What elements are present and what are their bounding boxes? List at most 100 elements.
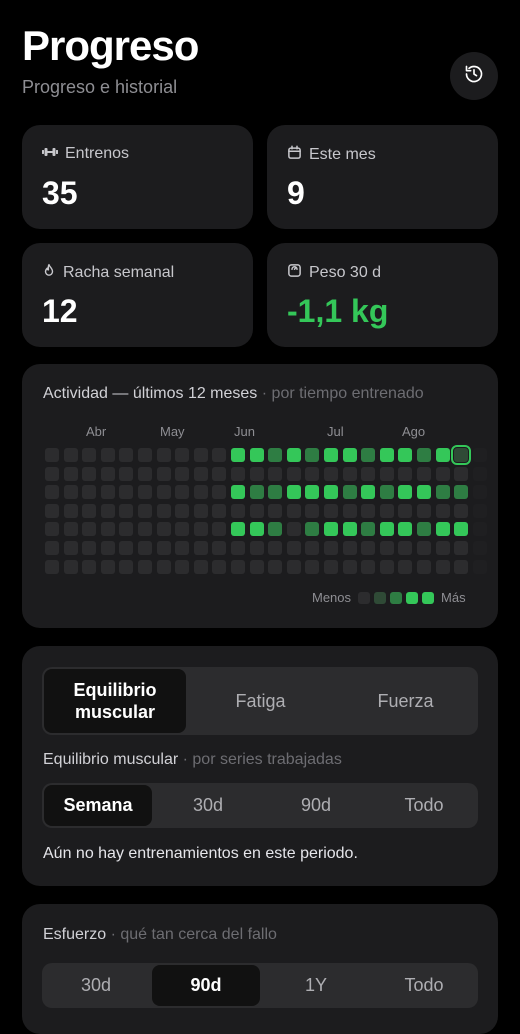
heatmap-cell — [454, 559, 469, 574]
heatmap-cell — [379, 522, 394, 537]
heatmap-cell — [435, 541, 450, 555]
analysis-tabs: Equilibrio muscular Fatiga Fuerza — [42, 667, 478, 735]
heatmap-cell — [342, 503, 357, 518]
heatmap-cell — [156, 522, 171, 537]
heatmap-cell — [249, 466, 264, 481]
heatmap-cell — [100, 522, 115, 537]
month-label: May — [160, 424, 185, 439]
heatmap-cell — [119, 503, 134, 518]
heatmap-cell — [342, 485, 357, 500]
legend-less-label: Menos — [312, 590, 352, 605]
heatmap-cell — [156, 503, 171, 518]
heatmap-cell — [305, 448, 320, 462]
heatmap-cell — [435, 485, 450, 500]
effort-title-row: Esfuerzo · qué tan cerca del fallo — [43, 926, 277, 944]
heatmap-cell — [286, 448, 301, 462]
heatmap-cell — [472, 503, 487, 518]
month-label: Jun — [234, 424, 255, 439]
heatmap-cell — [398, 485, 413, 500]
heatmap-cell — [45, 541, 59, 555]
heatmap-cell — [417, 522, 431, 537]
heatmap-cell — [305, 466, 320, 481]
heatmap-cell — [45, 522, 59, 537]
heatmap-cell — [342, 448, 357, 462]
heatmap-cell — [268, 541, 283, 555]
effort-range-all-button[interactable]: Todo — [370, 963, 478, 1008]
effort-range-90d-button[interactable]: 90d — [152, 965, 260, 1006]
heatmap-cell — [138, 466, 152, 481]
range-90d-button[interactable]: 90d — [262, 783, 370, 828]
heatmap-cell — [138, 485, 152, 500]
heatmap-cell — [138, 448, 152, 462]
heatmap-cell — [138, 503, 152, 518]
heatmap-cell — [100, 466, 115, 481]
heatmap-cell — [231, 466, 245, 481]
heatmap-cell — [193, 559, 208, 574]
heatmap-cell — [361, 503, 376, 518]
heatmap-cell — [45, 485, 59, 500]
heatmap-cell — [212, 485, 227, 500]
heatmap-cell — [454, 503, 469, 518]
heatmap-cell — [231, 503, 245, 518]
heatmap-cell — [361, 559, 376, 574]
heatmap-cell — [231, 559, 245, 574]
heatmap-cell — [82, 541, 97, 555]
heatmap-cell — [268, 503, 283, 518]
heatmap-cell — [472, 466, 487, 481]
heatmap-cell — [268, 466, 283, 481]
heatmap-cell — [193, 448, 208, 462]
heatmap-cell — [249, 541, 264, 555]
history-button[interactable] — [450, 52, 498, 100]
heatmap-cell — [119, 522, 134, 537]
heatmap-cell — [268, 522, 283, 537]
heatmap-cell — [417, 448, 431, 462]
heatmap-cell — [45, 448, 59, 462]
effort-range-1y-button[interactable]: 1Y — [262, 963, 370, 1008]
tab-strength[interactable]: Fuerza — [333, 667, 478, 735]
stat-label: Entrenos — [65, 145, 130, 162]
month-label: Jul — [327, 424, 344, 439]
heatmap-cell — [175, 448, 190, 462]
heatmap-cell — [379, 541, 394, 555]
heatmap-cell — [472, 541, 487, 555]
heatmap-cell — [231, 485, 245, 500]
heatmap-cell — [212, 522, 227, 537]
heatmap-cell — [379, 466, 394, 481]
heatmap-cell — [435, 559, 450, 574]
heatmap-cell — [472, 522, 487, 537]
range-all-button[interactable]: Todo — [370, 783, 478, 828]
legend-swatch — [390, 591, 403, 604]
tab-fatigue[interactable]: Fatiga — [188, 667, 333, 735]
tab-muscle-balance[interactable]: Equilibrio muscular — [44, 669, 186, 733]
legend-swatch — [422, 591, 435, 604]
heatmap-cell — [398, 541, 413, 555]
stat-card-this-month: Este mes 9 — [267, 125, 498, 229]
heatmap-cell — [63, 485, 78, 500]
effort-subtitle: · qué tan cerca del fallo — [110, 926, 277, 943]
heatmap-cell — [268, 448, 283, 462]
heatmap-cell — [249, 448, 264, 462]
heatmap-cell — [324, 541, 338, 555]
heatmap-cell — [119, 559, 134, 574]
heatmap-cell — [398, 448, 413, 462]
stat-card-workouts: Entrenos 35 — [22, 125, 253, 229]
heatmap-cell — [417, 485, 431, 500]
heatmap-cell — [156, 448, 171, 462]
legend-swatch — [406, 591, 419, 604]
heatmap-cell — [100, 485, 115, 500]
heatmap-cell — [119, 466, 134, 481]
heatmap-cell — [454, 541, 469, 555]
heatmap-cell — [305, 503, 320, 518]
heatmap-cell — [249, 485, 264, 500]
heatmap-cell — [138, 559, 152, 574]
effort-range-30d-button[interactable]: 30d — [42, 963, 150, 1008]
stat-value: 9 — [287, 175, 305, 211]
heatmap-cell — [435, 448, 450, 462]
heatmap-cell — [175, 541, 190, 555]
range-week-button[interactable]: Semana — [44, 785, 152, 826]
range-30d-button[interactable]: 30d — [154, 783, 262, 828]
heatmap-cell — [82, 522, 97, 537]
heatmap-cell — [212, 448, 227, 462]
heatmap-cell — [324, 503, 338, 518]
heatmap-cell — [156, 466, 171, 481]
